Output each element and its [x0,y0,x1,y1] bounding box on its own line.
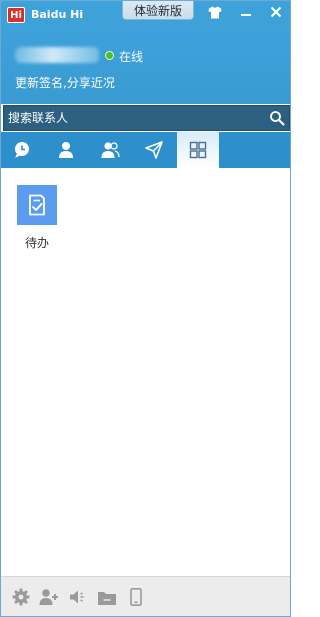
try-new-version-button[interactable]: 体验新版 [122,1,194,20]
chat-bubble-icon [15,142,29,158]
close-icon [270,6,282,18]
app-tile-todo[interactable]: 待办 [17,185,58,250]
add-contact-button[interactable] [38,586,60,608]
folder-icon [98,591,116,605]
app-tile-label: 待办 [24,236,49,250]
skin-button[interactable] [201,1,229,23]
user-name[interactable] [15,47,99,63]
tab-bar [1,132,290,168]
settings-button[interactable] [10,586,32,608]
apps-grid-icon [189,141,207,159]
bottom-toolbar [1,576,290,616]
tshirt-icon [208,6,222,18]
search-icon[interactable] [269,110,285,126]
tab-apps[interactable] [177,132,219,168]
search-input[interactable] [8,109,258,127]
paper-plane-icon [145,141,163,159]
baidu-hi-window: Hi Baidu Hi 体验新版 在线 更新签名,分享近况 搜索联系人 待办 [0,0,291,617]
todo-check-icon [29,194,45,216]
baidu-hi-logo: Hi [7,7,25,23]
tab-discover[interactable] [133,132,175,168]
header-panel: Hi Baidu Hi 体验新版 在线 更新签名,分享近况 [1,1,290,104]
apps-panel: 待办 [1,168,290,576]
minimize-button[interactable] [232,1,260,23]
sound-button[interactable] [67,586,89,608]
minimize-icon [241,14,251,16]
phone-icon [130,588,142,606]
gear-icon [12,588,30,606]
files-button[interactable] [96,586,118,608]
tab-contacts[interactable] [45,132,87,168]
status-label[interactable]: 在线 [119,48,143,65]
online-status-icon[interactable] [105,51,114,60]
tab-chats[interactable] [1,132,43,168]
search-bar [3,105,290,131]
person-icon [59,142,73,158]
close-button[interactable] [262,1,290,23]
signature-prompt[interactable]: 更新签名,分享近况 [15,74,115,91]
group-icon [101,142,120,158]
speaker-icon [70,590,84,604]
add-person-icon [39,589,58,605]
app-tile-icon-box [17,185,57,225]
mobile-button[interactable] [125,586,147,608]
tab-groups[interactable] [89,132,131,168]
app-title: Baidu Hi [31,8,84,21]
